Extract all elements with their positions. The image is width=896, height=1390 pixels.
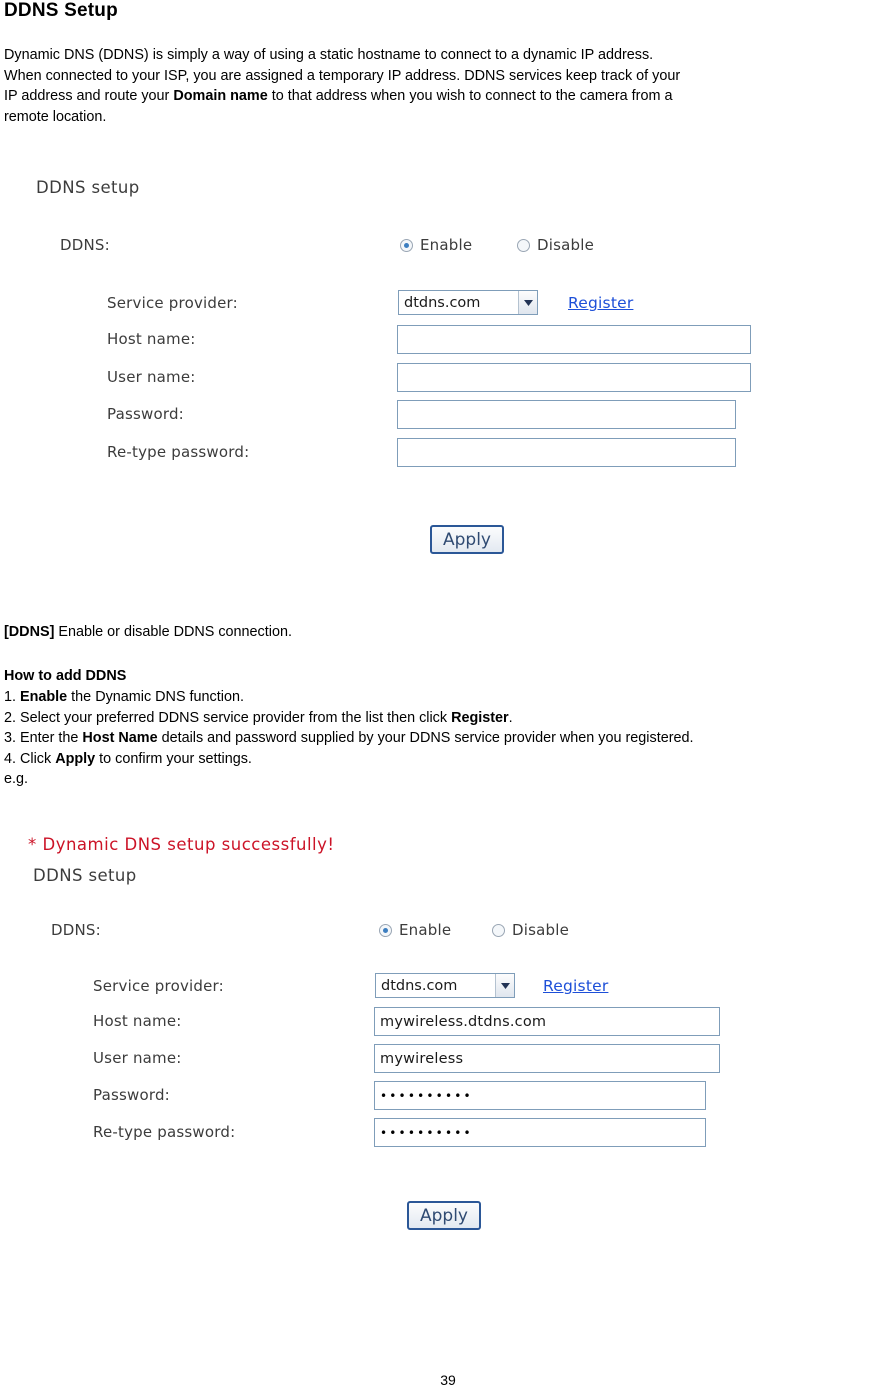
user-name-input-empty[interactable] — [397, 363, 751, 392]
step-text: Click — [20, 750, 56, 767]
host-name-label-empty: Host name: — [107, 330, 196, 348]
ddns-note-desc: Enable or disable DDNS connection. — [54, 624, 292, 640]
ddns-enable-radio-filled[interactable]: Enable — [379, 921, 451, 939]
step-text: Enter the — [20, 730, 83, 746]
ddns-note: [DDNS] Enable or disable DDNS connection… — [4, 622, 292, 642]
register-link-filled[interactable]: Register — [543, 977, 608, 995]
panel-title-empty: DDNS setup — [36, 178, 140, 197]
password-input-filled[interactable]: •••••••••• — [374, 1081, 706, 1110]
intro-line-4: remote location. — [4, 108, 107, 125]
step-bold: Enable — [20, 689, 68, 705]
ddns-setup-screenshot-filled: * Dynamic DNS setup successfully! DDNS s… — [0, 830, 896, 1250]
host-name-input-empty[interactable] — [397, 325, 751, 354]
retype-password-input-empty[interactable] — [397, 438, 736, 467]
intro-domain-name: Domain name — [173, 88, 268, 104]
ddns-enable-label-empty: Enable — [420, 236, 473, 254]
service-provider-value-filled: dtdns.com — [381, 977, 458, 994]
step-number: 3. — [4, 730, 20, 746]
step-text: Select your preferred DDNS service provi… — [20, 709, 452, 726]
retype-password-label-empty: Re-type password: — [107, 443, 250, 461]
how-to-add-ddns-title: How to add DDNS — [4, 666, 126, 686]
service-provider-select-filled[interactable]: dtdns.com — [375, 973, 515, 998]
radio-button-icon[interactable] — [517, 238, 530, 252]
intro-paragraph: Dynamic DNS (DDNS) is simply a way of us… — [4, 45, 888, 127]
step-text-end: . — [508, 709, 513, 726]
password-label-empty: Password: — [107, 405, 184, 423]
intro-line-3b: to that address when you wish to connect… — [267, 88, 673, 104]
how-to-title-text: How to add DDNS — [4, 668, 127, 684]
radio-button-icon[interactable] — [379, 923, 392, 937]
ddns-disable-label-filled: Disable — [512, 921, 570, 939]
panel-title-filled: DDNS setup — [33, 866, 137, 885]
intro-line-1: Dynamic DNS (DDNS) is simply a way of us… — [4, 47, 654, 63]
step-number: 2. — [4, 709, 20, 726]
service-provider-label-empty: Service provider: — [107, 294, 238, 312]
ddns-disable-radio-empty[interactable]: Disable — [517, 236, 594, 254]
step-bold: Register — [451, 709, 509, 726]
how-to-steps: 1. Enable the Dynamic DNS function. 2. S… — [4, 687, 894, 790]
service-provider-value-empty: dtdns.com — [404, 294, 481, 311]
step-text-end: details and password supplied by your DD… — [157, 730, 694, 746]
radio-button-icon[interactable] — [492, 923, 505, 937]
radio-button-icon[interactable] — [400, 238, 413, 252]
ddns-label-filled: DDNS: — [51, 921, 101, 939]
ddns-disable-radio-filled[interactable]: Disable — [492, 921, 569, 939]
step-bold: Host Name — [82, 730, 158, 746]
chevron-down-icon[interactable] — [495, 974, 514, 997]
intro-line-3a: IP address and route your — [4, 88, 174, 104]
ddns-setup-screenshot-empty: DDNS setup DDNS: Enable Disable Service … — [0, 170, 896, 580]
ddns-note-tag: [DDNS] — [4, 624, 55, 640]
ddns-disable-label-empty: Disable — [537, 236, 595, 254]
page-title: DDNS Setup — [4, 0, 118, 21]
document-page: DDNS Setup Dynamic DNS (DDNS) is simply … — [0, 0, 896, 1390]
list-item: 1. Enable the Dynamic DNS function. — [4, 687, 894, 708]
service-provider-select-empty[interactable]: dtdns.com — [398, 290, 538, 315]
chevron-down-icon[interactable] — [518, 291, 537, 314]
user-name-input-filled[interactable]: mywireless — [374, 1044, 720, 1073]
register-link-empty[interactable]: Register — [568, 294, 633, 312]
list-item: 4. Click Apply to confirm your settings. — [4, 749, 894, 770]
step-text: the Dynamic DNS function. — [67, 689, 244, 705]
retype-password-input-filled[interactable]: •••••••••• — [374, 1118, 706, 1147]
step-text-end: to confirm your settings. — [95, 750, 252, 767]
user-name-label-empty: User name: — [107, 368, 196, 386]
step-number: 1. — [4, 689, 20, 705]
host-name-input-filled[interactable]: mywireless.dtdns.com — [374, 1007, 720, 1036]
password-masked-value: •••••••••• — [380, 1088, 473, 1103]
user-name-label-filled: User name: — [93, 1049, 182, 1067]
apply-button-empty[interactable]: Apply — [430, 525, 504, 554]
list-item: 3. Enter the Host Name details and passw… — [4, 728, 894, 749]
host-name-label-filled: Host name: — [93, 1012, 182, 1030]
page-number: 39 — [440, 1372, 456, 1388]
step-bold: Apply — [55, 750, 96, 767]
ddns-enable-radio-empty[interactable]: Enable — [400, 236, 472, 254]
intro-line-2: When connected to your ISP, you are assi… — [4, 67, 681, 84]
service-provider-label-filled: Service provider: — [93, 977, 224, 995]
apply-button-filled[interactable]: Apply — [407, 1201, 481, 1230]
ddns-label-empty: DDNS: — [60, 236, 110, 254]
password-input-empty[interactable] — [397, 400, 736, 429]
list-item: 2. Select your preferred DDNS service pr… — [4, 708, 894, 729]
password-label-filled: Password: — [93, 1086, 170, 1104]
retype-password-label-filled: Re-type password: — [93, 1123, 236, 1141]
step-number: 4. — [4, 750, 20, 767]
success-message: * Dynamic DNS setup successfully! — [28, 835, 335, 854]
eg-text: e.g. — [4, 771, 29, 787]
retype-password-masked-value: •••••••••• — [380, 1125, 473, 1140]
ddns-enable-label-filled: Enable — [399, 921, 452, 939]
